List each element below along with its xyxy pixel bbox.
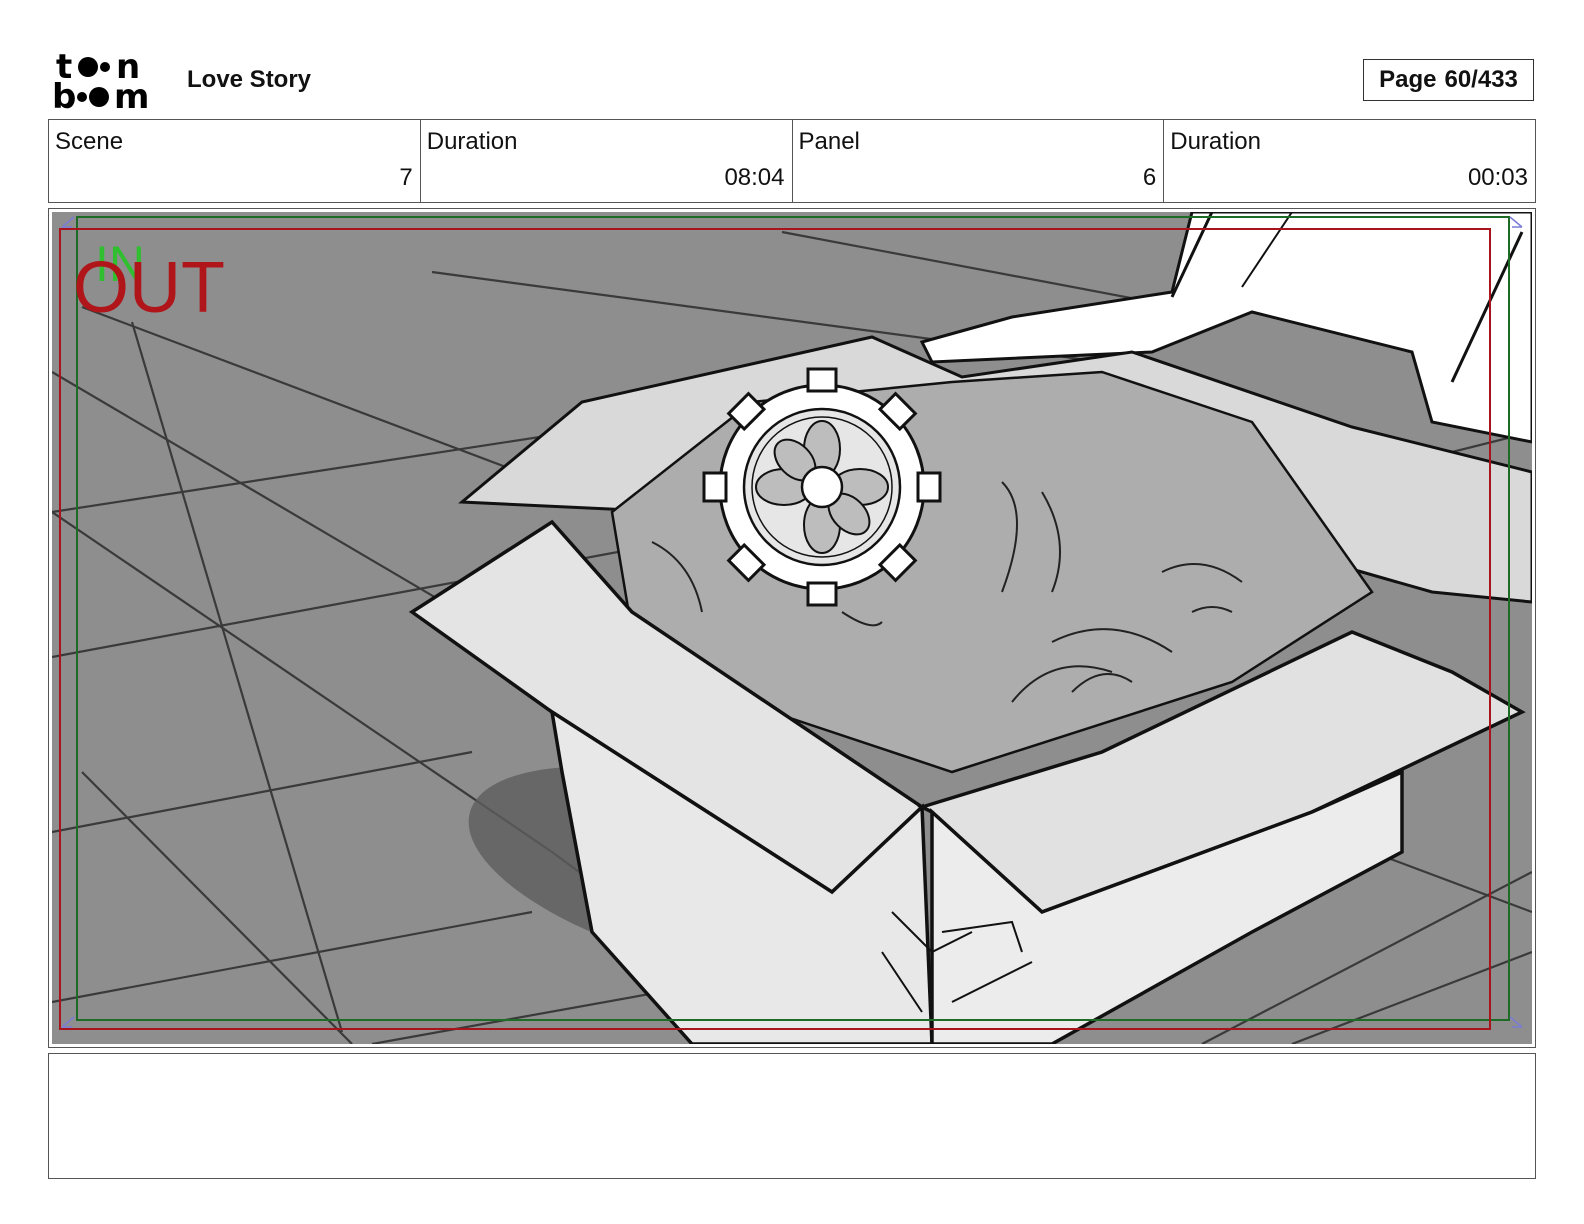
svg-text:m: m [114, 77, 149, 112]
panel-label: Panel [798, 128, 860, 155]
scene-duration-value: 08:04 [724, 164, 785, 191]
scene-value: 7 [399, 164, 413, 191]
svg-text:b: b [52, 77, 76, 112]
scene-label: Scene [55, 128, 124, 155]
project-title: Love Story [187, 66, 312, 93]
panel-notes [48, 1053, 1536, 1179]
panel-drawing [52, 212, 1532, 1044]
panel-duration-value: 00:03 [1467, 164, 1528, 191]
page-label: Page [1379, 66, 1437, 93]
page-number: 60/433 [1444, 66, 1518, 93]
panel-value: 6 [1142, 164, 1157, 191]
panel-duration-label: Duration [1170, 128, 1261, 155]
panel-duration-cell: Duration 00:03 [1164, 120, 1535, 202]
panel-cell: Panel 6 [793, 120, 1165, 202]
scene-duration-label: Duration [426, 128, 518, 155]
toon-boom-logo: t n b m [52, 47, 164, 117]
gear-drawing [702, 367, 942, 607]
scene-duration-cell: Duration 08:04 [421, 120, 793, 202]
storyboard-panel: IN OUT [48, 208, 1536, 1048]
scene-cell: Scene 7 [49, 120, 421, 202]
out-marker: OUT [73, 248, 225, 328]
page-indicator: Page 60/433 [1363, 59, 1534, 101]
scene-info-table: Scene 7 Duration 08:04 Panel 6 Duration … [48, 119, 1536, 203]
